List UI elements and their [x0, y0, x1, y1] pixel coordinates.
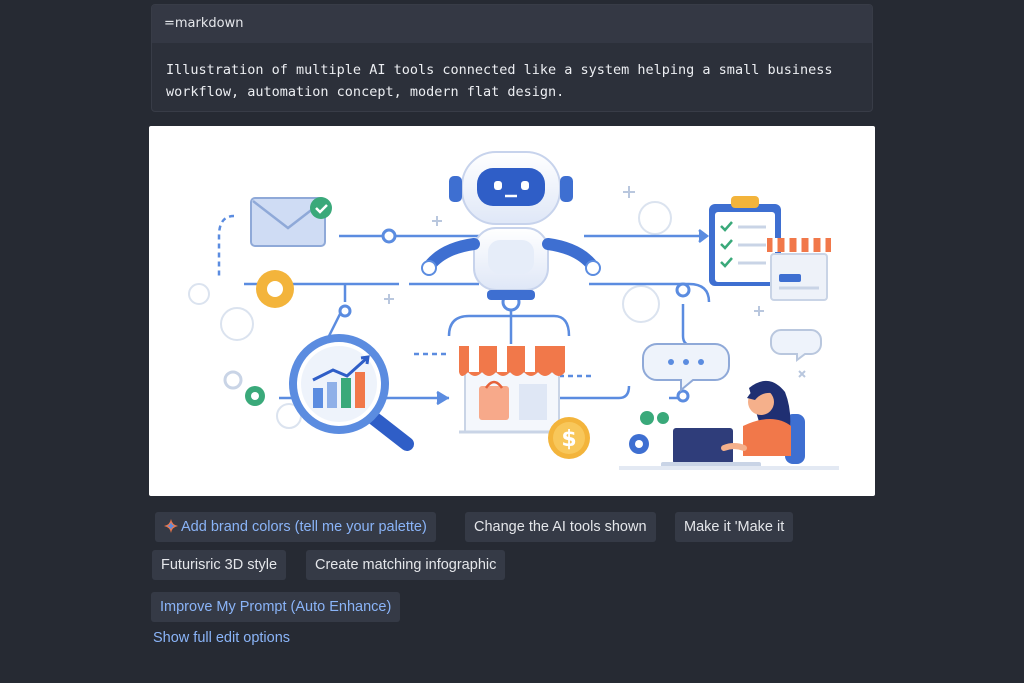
- futuristic-3d-style-button[interactable]: Futurisric 3D style: [152, 550, 287, 580]
- dollar-coin-icon: $: [548, 417, 590, 459]
- business-owner-illustration: [619, 380, 839, 470]
- add-brand-colors-label: Add brand colors (tell me your palette): [181, 519, 427, 535]
- robot-illustration: [421, 151, 601, 300]
- add-brand-colors-button[interactable]: Add brand colors (tell me your palette): [155, 512, 436, 542]
- show-full-edit-options-link[interactable]: Show full edit options: [153, 630, 290, 646]
- small-gears-icon: [629, 411, 669, 454]
- storefront-small-icon: [767, 238, 831, 301]
- sparkle-icon: [164, 519, 178, 533]
- code-block: =markdown Illustration of multiple AI to…: [151, 4, 873, 112]
- improve-prompt-button[interactable]: Improve My Prompt (Auto Enhance): [151, 592, 401, 622]
- make-it-button[interactable]: Make it 'Make it: [675, 512, 794, 542]
- analytics-magnifier-icon: [289, 334, 414, 451]
- email-icon: [250, 197, 332, 247]
- dollar-symbol: $: [561, 427, 576, 452]
- change-ai-tools-button[interactable]: Change the AI tools shown: [465, 512, 656, 542]
- create-infographic-button[interactable]: Create matching infographic: [306, 550, 506, 580]
- generated-image[interactable]: $: [149, 126, 875, 496]
- chat-bubble-icon: [642, 329, 822, 393]
- storefront-icon: [459, 346, 565, 434]
- prompt-text: Illustration of multiple AI tools connec…: [166, 62, 833, 100]
- code-language-label: =markdown: [152, 5, 872, 43]
- gear-icon: [223, 270, 294, 406]
